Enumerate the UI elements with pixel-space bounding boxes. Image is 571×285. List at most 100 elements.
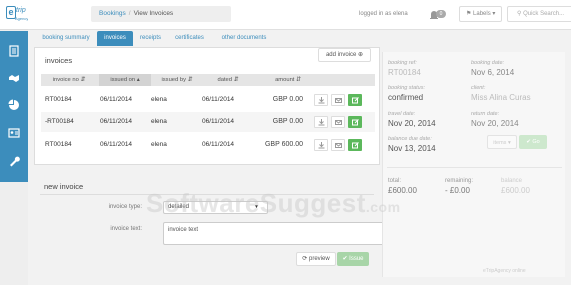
breadcrumb: Bookings / View Invoices (91, 6, 231, 22)
sort-asc-icon: ▴ (136, 77, 140, 83)
tab-booking-summary[interactable]: booking summary (38, 31, 94, 46)
envelope-icon (334, 142, 342, 148)
edit-icon (351, 118, 359, 125)
quick-search-placeholder: Quick Search... (523, 11, 565, 17)
invoices-title: invoices (45, 56, 73, 65)
cell-issued-on: 06/11/2014 (100, 118, 133, 125)
issue-button[interactable]: ✔ Issue (337, 252, 369, 266)
column-dated[interactable]: dated ⇵ (206, 74, 250, 86)
sidebar-item-bookings[interactable] (0, 64, 28, 92)
balance-label: balance (501, 178, 523, 184)
wrench-icon (10, 156, 20, 167)
add-circle-icon: ⊕ (358, 52, 364, 58)
sidebar-item-settings[interactable] (0, 147, 28, 175)
chevron-down-icon: ▾ (507, 140, 511, 146)
invoice-tabs: booking summary invoices receipts certif… (34, 30, 380, 46)
cell-invoice-no: RT00184 (45, 141, 72, 148)
edit-icon (351, 96, 359, 103)
download-button[interactable] (314, 94, 328, 106)
quick-search-input[interactable]: ⚲ Quick Search... (507, 6, 571, 22)
invoice-text-input[interactable]: invoice text (163, 222, 403, 245)
breadcrumb-bookings[interactable]: Bookings (99, 10, 126, 17)
balance-due-date: Nov 13, 2014 (388, 144, 436, 153)
cell-invoice-no: RT00184 (45, 96, 72, 103)
column-issued-by[interactable]: issued by ⇵ (151, 74, 203, 86)
download-icon (318, 118, 324, 125)
tab-receipts[interactable]: receipts (134, 31, 167, 46)
cell-issued-on: 06/11/2014 (100, 96, 133, 103)
email-button[interactable] (331, 116, 345, 128)
sidebar-item-contacts[interactable] (0, 119, 28, 147)
table-row: RT00184 06/11/2014 elena 06/11/2014 GBP … (41, 135, 375, 155)
column-amount[interactable]: amount ⇵ (257, 74, 319, 86)
breadcrumb-current: View Invoices (133, 10, 174, 17)
download-icon (318, 96, 324, 103)
client-label: client: (471, 85, 486, 91)
powered-by-text: eTripAgency online (483, 268, 526, 274)
tag-icon: ⚑ (466, 11, 474, 17)
column-invoice-no[interactable]: invoice no ⇵ (41, 74, 97, 86)
total-label: total: (388, 178, 402, 184)
app-logo[interactable]: e trip Agency (0, 0, 28, 30)
download-button[interactable] (314, 139, 328, 151)
return-date-label: return date: (471, 111, 500, 117)
notification-count-badge: 0 (436, 10, 446, 18)
watermark: SoftwareSuggest.com (146, 188, 401, 218)
booking-date-label: booking date: (471, 60, 505, 66)
edit-button[interactable] (348, 94, 362, 106)
cell-amount: GBP 0.00 (272, 96, 303, 103)
cell-issued-on: 06/11/2014 (100, 141, 133, 148)
cell-amount: GBP 600.00 (264, 141, 303, 148)
edit-button[interactable] (348, 116, 362, 128)
remaining-label: remaining: (445, 178, 474, 184)
edit-icon (351, 141, 359, 148)
cell-issued-by: elena (151, 118, 167, 125)
invoices-panel: invoices add invoice ⊕ invoice no ⇵ issu… (34, 47, 380, 165)
sidebar-item-reports[interactable] (0, 91, 28, 119)
column-issued-on[interactable]: issued on ▴ (99, 74, 151, 86)
invoices-table-header: invoice no ⇵ issued on ▴ issued by ⇵ dat… (41, 74, 375, 86)
return-date: Nov 20, 2014 (471, 119, 519, 128)
table-row: RT00184 06/11/2014 elena 06/11/2014 GBP … (41, 90, 375, 110)
client-name[interactable]: Miss Alina Curas (471, 93, 531, 102)
cell-amount: GBP 0.00 (272, 118, 303, 125)
booking-date: Nov 6, 2014 (471, 68, 515, 77)
invoice-text-label: invoice text: (110, 226, 142, 232)
refresh-icon: ⟳ (302, 256, 309, 262)
email-button[interactable] (331, 94, 345, 106)
tab-other-documents[interactable]: other documents (214, 31, 274, 46)
cell-issued-by: elena (151, 96, 167, 103)
sort-icon: ⇵ (80, 77, 86, 83)
download-button[interactable] (314, 116, 328, 128)
envelope-icon (334, 97, 342, 103)
chevron-down-icon: ▾ (490, 11, 496, 17)
go-button[interactable]: ✔ Go (519, 135, 547, 149)
email-button[interactable] (331, 139, 345, 151)
sidebar-item-documents[interactable] (0, 37, 28, 65)
cell-invoice-no: -RT00184 (45, 118, 74, 125)
cell-dated: 06/11/2014 (202, 141, 235, 148)
top-bar: Bookings / View Invoices logged in as elen… (28, 0, 571, 30)
sort-icon: ⇵ (233, 77, 239, 83)
logo-name: trip (16, 7, 26, 14)
tab-certificates[interactable]: certificates (168, 31, 211, 46)
travel-date: Nov 20, 2014 (388, 119, 436, 128)
tab-invoices[interactable]: invoices (97, 31, 133, 46)
cell-dated: 06/11/2014 (202, 96, 235, 103)
download-icon (318, 141, 324, 148)
add-invoice-button[interactable]: add invoice ⊕ (318, 48, 371, 62)
booking-ref-label: booking ref: (388, 60, 417, 66)
labels-button[interactable]: ⚑ Labels ▾ (459, 6, 502, 22)
items-dropdown[interactable]: items ▾ (487, 135, 517, 149)
divider (387, 167, 562, 168)
sort-icon: ⇵ (187, 77, 193, 83)
travel-date-label: travel date: (388, 111, 416, 117)
remaining-value: - £0.00 (445, 186, 470, 195)
booking-status: confirmed (388, 93, 424, 102)
edit-button[interactable] (348, 139, 362, 151)
booking-status-label: booking status: (388, 85, 425, 91)
preview-button[interactable]: ⟳ preview (296, 252, 336, 266)
booking-ref[interactable]: RT00184 (388, 68, 421, 77)
document-icon (9, 45, 19, 57)
go-button-label: Go (532, 139, 540, 145)
